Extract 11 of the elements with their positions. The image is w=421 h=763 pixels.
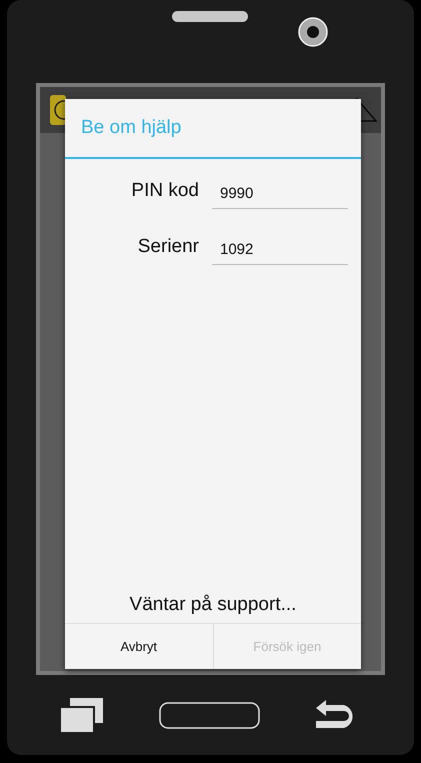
app-icon: [50, 95, 66, 125]
input-field[interactable]: 1092: [212, 229, 348, 265]
input-field[interactable]: 9990: [212, 173, 348, 209]
dialog-title: Be om hjälp: [65, 99, 361, 159]
home-button[interactable]: [159, 702, 260, 728]
camera-icon: [298, 17, 328, 47]
status-text: Väntar på support...: [130, 594, 296, 617]
field-label: PIN kod: [130, 179, 199, 203]
dialog-button[interactable]: Avbryt: [65, 624, 212, 669]
field-label: Serienr: [136, 235, 199, 259]
recent-apps-icon[interactable]: [60, 698, 104, 732]
